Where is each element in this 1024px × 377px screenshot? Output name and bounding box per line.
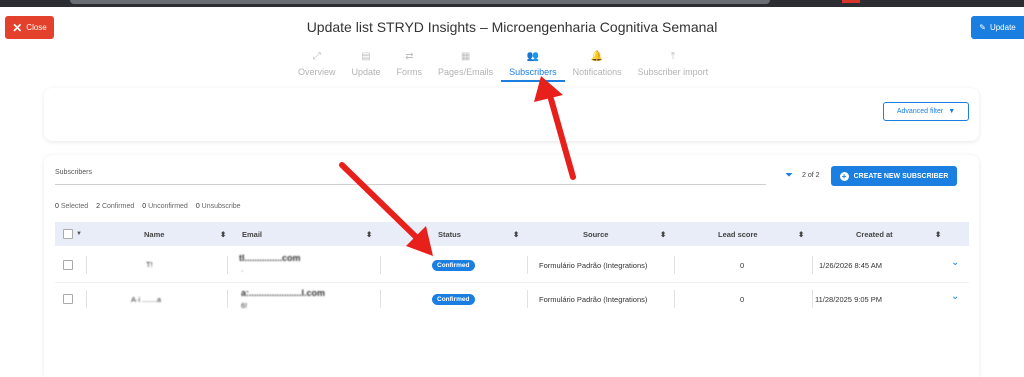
annotation-arrows <box>339 76 576 256</box>
annotation-arrow-status-badge <box>339 162 433 256</box>
annotation-arrow-subscribers-tab <box>534 76 576 180</box>
